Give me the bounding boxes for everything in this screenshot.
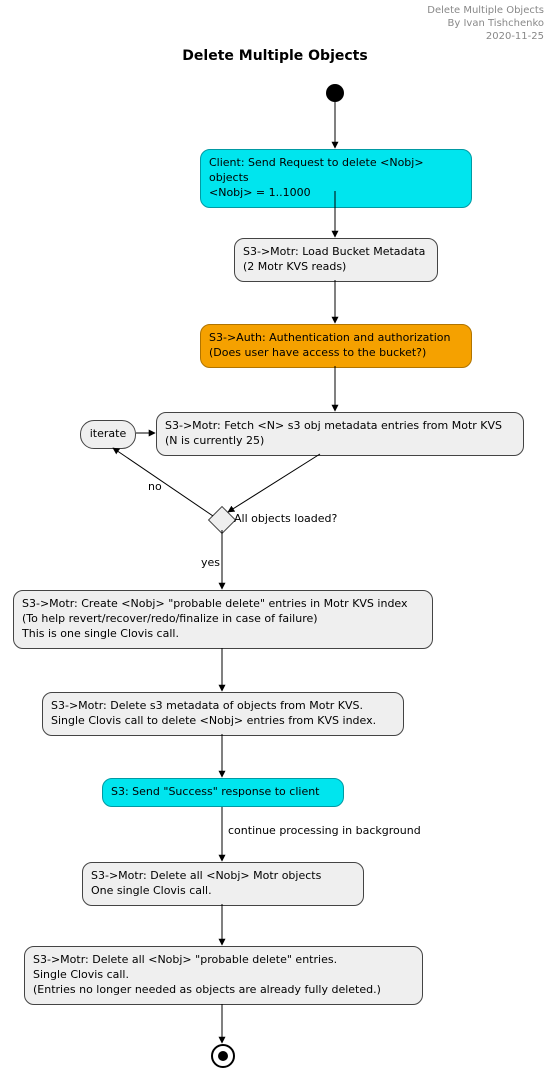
meta-line-3: 2020-11-25 xyxy=(427,30,544,43)
edge-label-yes: yes xyxy=(201,556,220,569)
node-create-probable-delete: S3->Motr: Create <Nobj> "probable delete… xyxy=(13,590,433,649)
edge-label-continue: continue processing in background xyxy=(228,824,421,837)
meta-line-2: By Ivan Tishchenko xyxy=(427,17,544,30)
meta-line-1: Delete Multiple Objects xyxy=(427,4,544,17)
end-node-inner xyxy=(218,1051,228,1061)
node-load-bucket-metadata: S3->Motr: Load Bucket Metadata (2 Motr K… xyxy=(234,238,438,282)
node-fetch-metadata: S3->Motr: Fetch <N> s3 obj metadata entr… xyxy=(156,412,524,456)
node-client-request: Client: Send Request to delete <Nobj> ob… xyxy=(200,149,472,208)
diagram-root: Delete Multiple Objects By Ivan Tishchen… xyxy=(0,0,550,1085)
node-auth: S3->Auth: Authentication and authorizati… xyxy=(200,324,472,368)
end-node xyxy=(211,1044,235,1068)
meta-block: Delete Multiple Objects By Ivan Tishchen… xyxy=(427,4,544,43)
diagram-title: Delete Multiple Objects xyxy=(0,48,550,64)
edge-label-no: no xyxy=(148,480,162,493)
decision-all-loaded xyxy=(208,506,236,534)
node-delete-objects: S3->Motr: Delete all <Nobj> Motr objects… xyxy=(82,862,364,906)
node-delete-probable-entries: S3->Motr: Delete all <Nobj> "probable de… xyxy=(24,946,423,1005)
node-send-success: S3: Send "Success" response to client xyxy=(102,778,344,807)
node-iterate: iterate xyxy=(80,420,136,449)
edge-label-decision: All objects loaded? xyxy=(234,512,337,525)
start-node xyxy=(326,84,344,102)
node-delete-metadata: S3->Motr: Delete s3 metadata of objects … xyxy=(42,692,404,736)
